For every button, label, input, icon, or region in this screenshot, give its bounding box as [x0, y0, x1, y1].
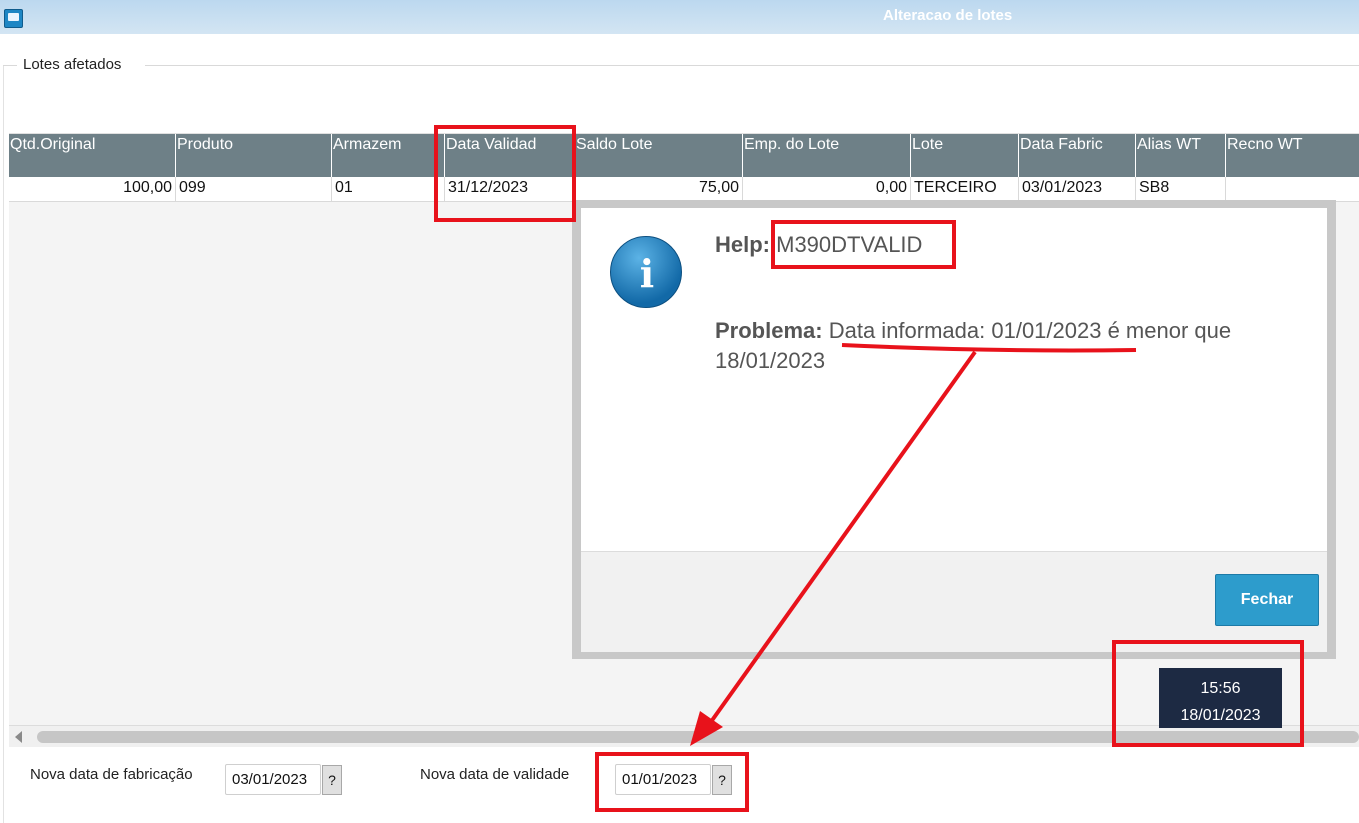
group-divider-left [3, 65, 17, 66]
cell-saldo-lote[interactable]: 75,00 [575, 177, 743, 202]
col-header-recno-wt[interactable]: Recno WT [1226, 134, 1359, 177]
col-header-produto[interactable]: Produto [176, 134, 332, 177]
cell-alias-wt[interactable]: SB8 [1136, 177, 1226, 202]
problem-message: Problema: Data informada: 01/01/2023 é m… [715, 316, 1305, 376]
group-label: Lotes afetados [23, 56, 128, 73]
help-line: Help: M390DTVALID [715, 232, 922, 258]
col-header-qtd-original[interactable]: Qtd.Original [9, 134, 176, 177]
cell-emp-do-lote[interactable]: 0,00 [743, 177, 911, 202]
help-dialog: i Help: M390DTVALID Problema: Data infor… [572, 200, 1336, 659]
cell-produto[interactable]: 099 [176, 177, 332, 202]
cell-qtd-original[interactable]: 100,00 [9, 177, 176, 202]
cell-data-validad[interactable]: 31/12/2023 [445, 177, 575, 202]
info-icon: i [610, 236, 682, 308]
system-clock: 15:56 18/01/2023 [1159, 668, 1282, 728]
scroll-left-arrow-icon[interactable] [15, 731, 22, 743]
col-header-data-fabric[interactable]: Data Fabric [1019, 134, 1136, 177]
help-label: Help: [715, 232, 770, 257]
problem-label: Problema: [715, 318, 823, 343]
table-row[interactable]: 100,00 099 01 31/12/2023 75,00 0,00 TERC… [9, 177, 1359, 202]
cell-data-fabric[interactable]: 03/01/2023 [1019, 177, 1136, 202]
validade-date-input[interactable]: 01/01/2023 [615, 764, 711, 795]
title-bar: Alteracao de lotes [0, 0, 1359, 34]
col-header-alias-wt[interactable]: Alias WT [1136, 134, 1226, 177]
cell-armazem[interactable]: 01 [332, 177, 445, 202]
group-border [3, 65, 4, 823]
help-dialog-body: i Help: M390DTVALID Problema: Data infor… [581, 208, 1327, 652]
group-divider [145, 65, 1359, 66]
fabricacao-help-button[interactable]: ? [322, 765, 342, 795]
close-button[interactable]: Fechar [1215, 574, 1319, 626]
col-header-emp-do-lote[interactable]: Emp. do Lote [743, 134, 911, 177]
horizontal-scrollbar[interactable] [9, 725, 1359, 747]
cell-lote[interactable]: TERCEIRO [911, 177, 1019, 202]
clock-time: 15:56 [1200, 680, 1241, 697]
fabricacao-date-input[interactable]: 03/01/2023 [225, 764, 321, 795]
col-header-armazem[interactable]: Armazem [332, 134, 445, 177]
problem-text-highlight: Data informada: 01/01/2023 [828, 318, 1102, 343]
col-header-lote[interactable]: Lote [911, 134, 1019, 177]
col-header-data-validad[interactable]: Data Validad [445, 134, 575, 177]
col-header-saldo-lote[interactable]: Saldo Lote [575, 134, 743, 177]
clock-date: 18/01/2023 [1180, 707, 1261, 724]
window-title: Alteracao de lotes [883, 7, 1013, 24]
validade-help-button[interactable]: ? [712, 765, 732, 795]
scroll-thumb[interactable] [37, 731, 1359, 743]
window-app-icon [4, 9, 23, 28]
fabricacao-label: Nova data de fabricação [30, 766, 193, 783]
grid-header: Qtd.Original Produto Armazem Data Valida… [9, 134, 1359, 177]
validade-label: Nova data de validade [420, 766, 570, 783]
cell-recno-wt[interactable] [1226, 177, 1359, 202]
info-glyph: i [639, 251, 655, 296]
help-code: M390DTVALID [776, 232, 923, 257]
